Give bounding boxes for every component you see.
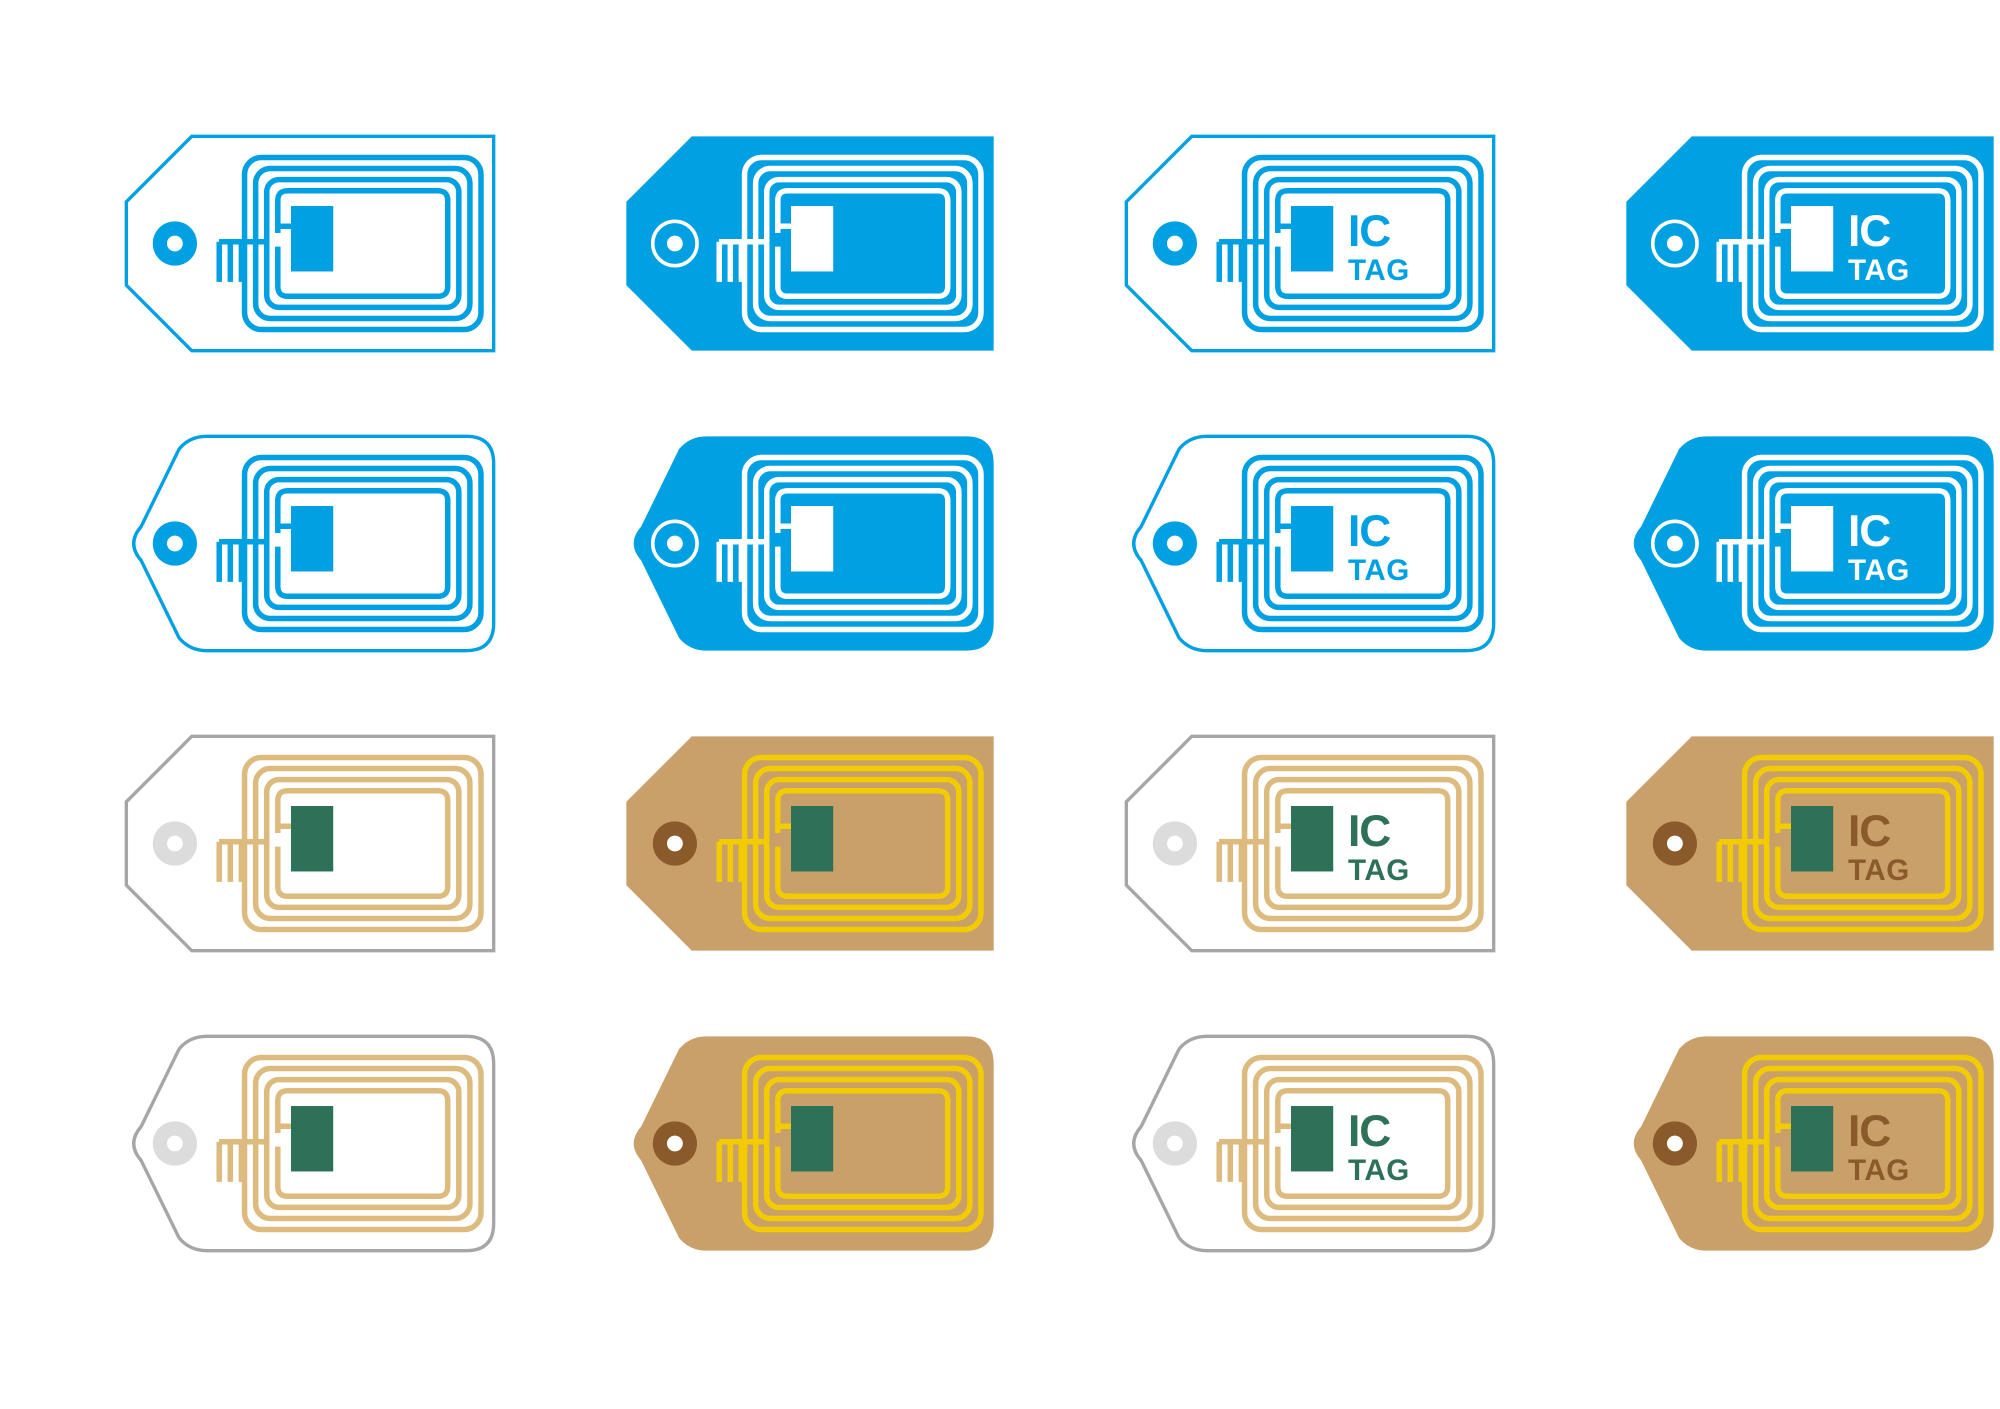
ic-chip (1291, 206, 1334, 272)
label-ic: IC (1348, 807, 1390, 856)
tag-cell[interactable]: IC TAG (1620, 130, 2000, 430)
ic-chip (1791, 206, 1834, 272)
tag-hole (1152, 221, 1198, 266)
ic-chip (1291, 1106, 1334, 1172)
tag-icon[interactable] (120, 430, 500, 657)
ic-chip (291, 206, 334, 272)
tag-icon[interactable] (120, 1030, 500, 1257)
ic-chip (791, 206, 834, 272)
tag-icon[interactable]: ICTAG (1120, 730, 1500, 957)
tag-hole (152, 521, 198, 566)
tag-hole (152, 1121, 198, 1166)
label-tag: TAG (1348, 854, 1410, 887)
label-ic: IC (1348, 507, 1390, 556)
ic-chip (291, 806, 334, 872)
tag-icon[interactable] (620, 1030, 1000, 1257)
ic-chip (1291, 506, 1334, 572)
ic-chip (291, 506, 334, 572)
label-ic: IC (1848, 207, 1890, 256)
ic-chip (291, 1106, 334, 1172)
tag-hole (152, 821, 198, 866)
ic-chip (791, 806, 834, 872)
ic-chip (1791, 806, 1834, 872)
tag-hole (652, 1121, 698, 1166)
tag-cell[interactable]: IC TAG (1620, 730, 2000, 1030)
tag-hole (1152, 1121, 1198, 1166)
tag-cell[interactable]: IC TAG (1620, 1030, 2000, 1330)
label-ic: IC (1848, 1107, 1890, 1156)
label-tag: TAG (1348, 1154, 1410, 1187)
tag-cell[interactable]: IC TAG (1120, 1030, 1620, 1330)
tag-icon[interactable]: ICTAG (1120, 1030, 1500, 1257)
tag-icon[interactable] (120, 730, 500, 957)
ic-chip (1791, 1106, 1834, 1172)
tag-cell[interactable]: IC TAG (1120, 130, 1620, 430)
tag-cell[interactable] (620, 130, 1120, 430)
tag-icon[interactable]: ICTAG (1620, 130, 2000, 357)
label-tag: TAG (1848, 854, 1910, 887)
tag-cell[interactable] (120, 1030, 620, 1330)
tag-icon[interactable] (620, 130, 1000, 357)
tag-hole (1652, 821, 1698, 866)
ic-chip (1791, 506, 1834, 572)
ic-chip (791, 1106, 834, 1172)
ic-chip (1291, 806, 1334, 872)
label-tag: TAG (1848, 554, 1910, 587)
ic-chip (791, 506, 834, 572)
tag-cell[interactable]: IC TAG (1120, 430, 1620, 730)
label-ic: IC (1348, 207, 1390, 256)
tag-hole (1152, 521, 1198, 566)
tag-icon[interactable]: ICTAG (1620, 430, 2000, 657)
tag-hole (1652, 1121, 1698, 1166)
tag-icon[interactable]: ICTAG (1120, 430, 1500, 657)
tag-icon[interactable] (620, 430, 1000, 657)
label-tag: TAG (1348, 554, 1410, 587)
tag-hole (1152, 821, 1198, 866)
label-ic: IC (1348, 1107, 1390, 1156)
tag-cell[interactable] (120, 130, 620, 430)
tag-cell[interactable] (620, 730, 1120, 1030)
label-ic: IC (1848, 807, 1890, 856)
label-ic: IC (1848, 507, 1890, 556)
label-tag: TAG (1848, 254, 1910, 287)
tag-hole (152, 221, 198, 266)
tag-icon[interactable] (620, 730, 1000, 957)
tag-icon[interactable] (120, 130, 500, 357)
label-tag: TAG (1348, 254, 1410, 287)
tag-cell[interactable] (620, 430, 1120, 730)
tag-cell[interactable] (120, 730, 620, 1030)
tag-icon-grid: IC TAG IC TAG IC TAG IC TAG IC TAG IC TAG IC TAG IC TAG (0, 0, 2000, 1409)
tag-icon[interactable]: ICTAG (1620, 1030, 2000, 1257)
tag-hole (652, 821, 698, 866)
tag-cell[interactable] (120, 430, 620, 730)
tag-cell[interactable] (620, 1030, 1120, 1330)
icon-sheet: IC TAG IC TAG IC TAG IC TAG IC TAG IC TAG IC TAG IC TAG (0, 0, 2000, 1409)
tag-icon[interactable]: ICTAG (1120, 130, 1500, 357)
tag-cell[interactable]: IC TAG (1620, 430, 2000, 730)
tag-icon[interactable]: ICTAG (1620, 730, 2000, 957)
label-tag: TAG (1848, 1154, 1910, 1187)
tag-cell[interactable]: IC TAG (1120, 730, 1620, 1030)
